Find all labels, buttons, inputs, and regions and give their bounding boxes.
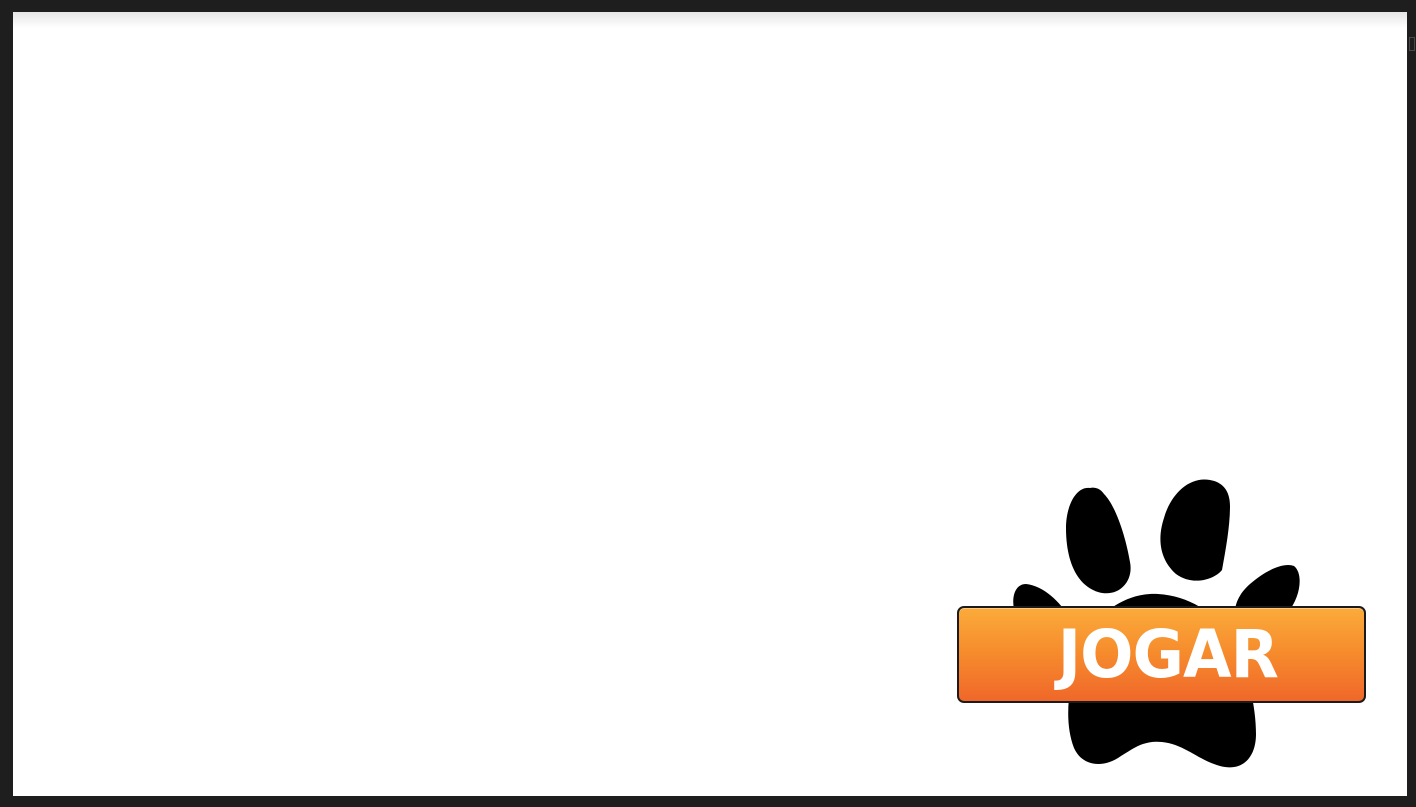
paw-toe-right [1160,479,1230,581]
play-button[interactable]: JOGAR [957,606,1366,703]
game-frame: JOGAR [0,0,1416,807]
play-button-label: JOGAR [1057,615,1278,693]
window-edge-handle [1409,37,1415,51]
game-canvas[interactable]: JOGAR [13,12,1407,796]
paw-toe-left [1066,487,1131,594]
